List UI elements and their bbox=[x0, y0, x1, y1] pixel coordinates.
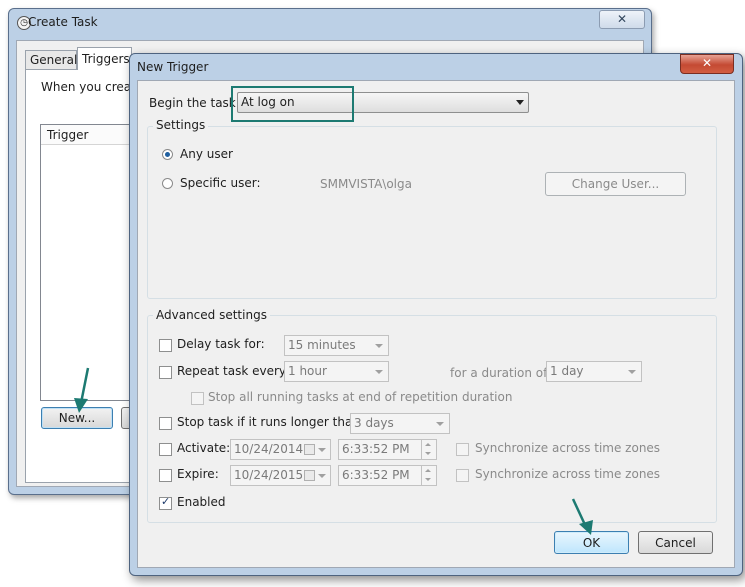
annotation-arrows bbox=[74, 367, 593, 535]
arrow-head-ok bbox=[579, 520, 593, 535]
arrow-head-new bbox=[74, 398, 88, 413]
arrow-to-new-button bbox=[79, 367, 90, 404]
